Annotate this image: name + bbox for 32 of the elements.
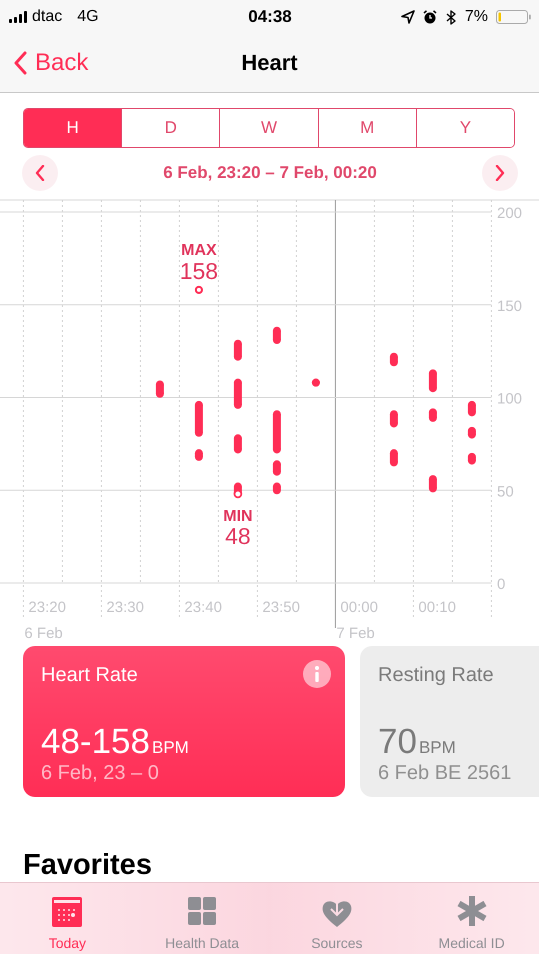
metric-unit: BPM <box>418 738 456 758</box>
network-type: 4G <box>77 8 99 26</box>
axis-label: 150 <box>497 298 522 315</box>
time-label: 23:50 <box>262 599 300 616</box>
date-label: 6 Feb <box>24 625 63 642</box>
annotation-value: 158 <box>180 258 218 284</box>
axis-label: 0 <box>497 576 506 593</box>
annotation-label: MIN <box>223 508 253 525</box>
carrier-name: dtac <box>32 8 62 26</box>
annotation-value: 48 <box>225 522 251 549</box>
axis-label: 100 <box>497 390 522 408</box>
card-subtitle: 6 Feb, 23 – 0 <box>41 762 160 785</box>
metric-unit: BPM <box>152 738 189 758</box>
time-label: 23:40 <box>184 599 222 616</box>
card-title: Heart Rate <box>41 664 138 687</box>
annotation-label: MAX <box>181 242 217 259</box>
axis-label: 200 <box>497 205 522 222</box>
screen-title: Heart <box>241 50 298 76</box>
battery-percent: 7% <box>464 8 488 26</box>
card-title: Resting Rate <box>378 664 494 687</box>
metric-value: 48-158 <box>41 722 150 762</box>
card-subtitle: 6 Feb BE 2561 <box>378 762 512 785</box>
axis-label: 50 <box>497 483 514 500</box>
date-range-label: 6 Feb, 23:20 – 7 Feb, 00:20 <box>163 162 377 182</box>
time-label: 23:30 <box>106 599 144 616</box>
time-label: 00:10 <box>418 599 456 616</box>
status-time: 04:38 <box>248 7 292 27</box>
section-heading: Favorites <box>23 849 152 882</box>
time-label: 23:20 <box>28 599 66 616</box>
metric-value: 70 <box>378 722 417 762</box>
time-label: 00:00 <box>340 599 378 616</box>
date-label: 7 Feb <box>336 625 375 642</box>
